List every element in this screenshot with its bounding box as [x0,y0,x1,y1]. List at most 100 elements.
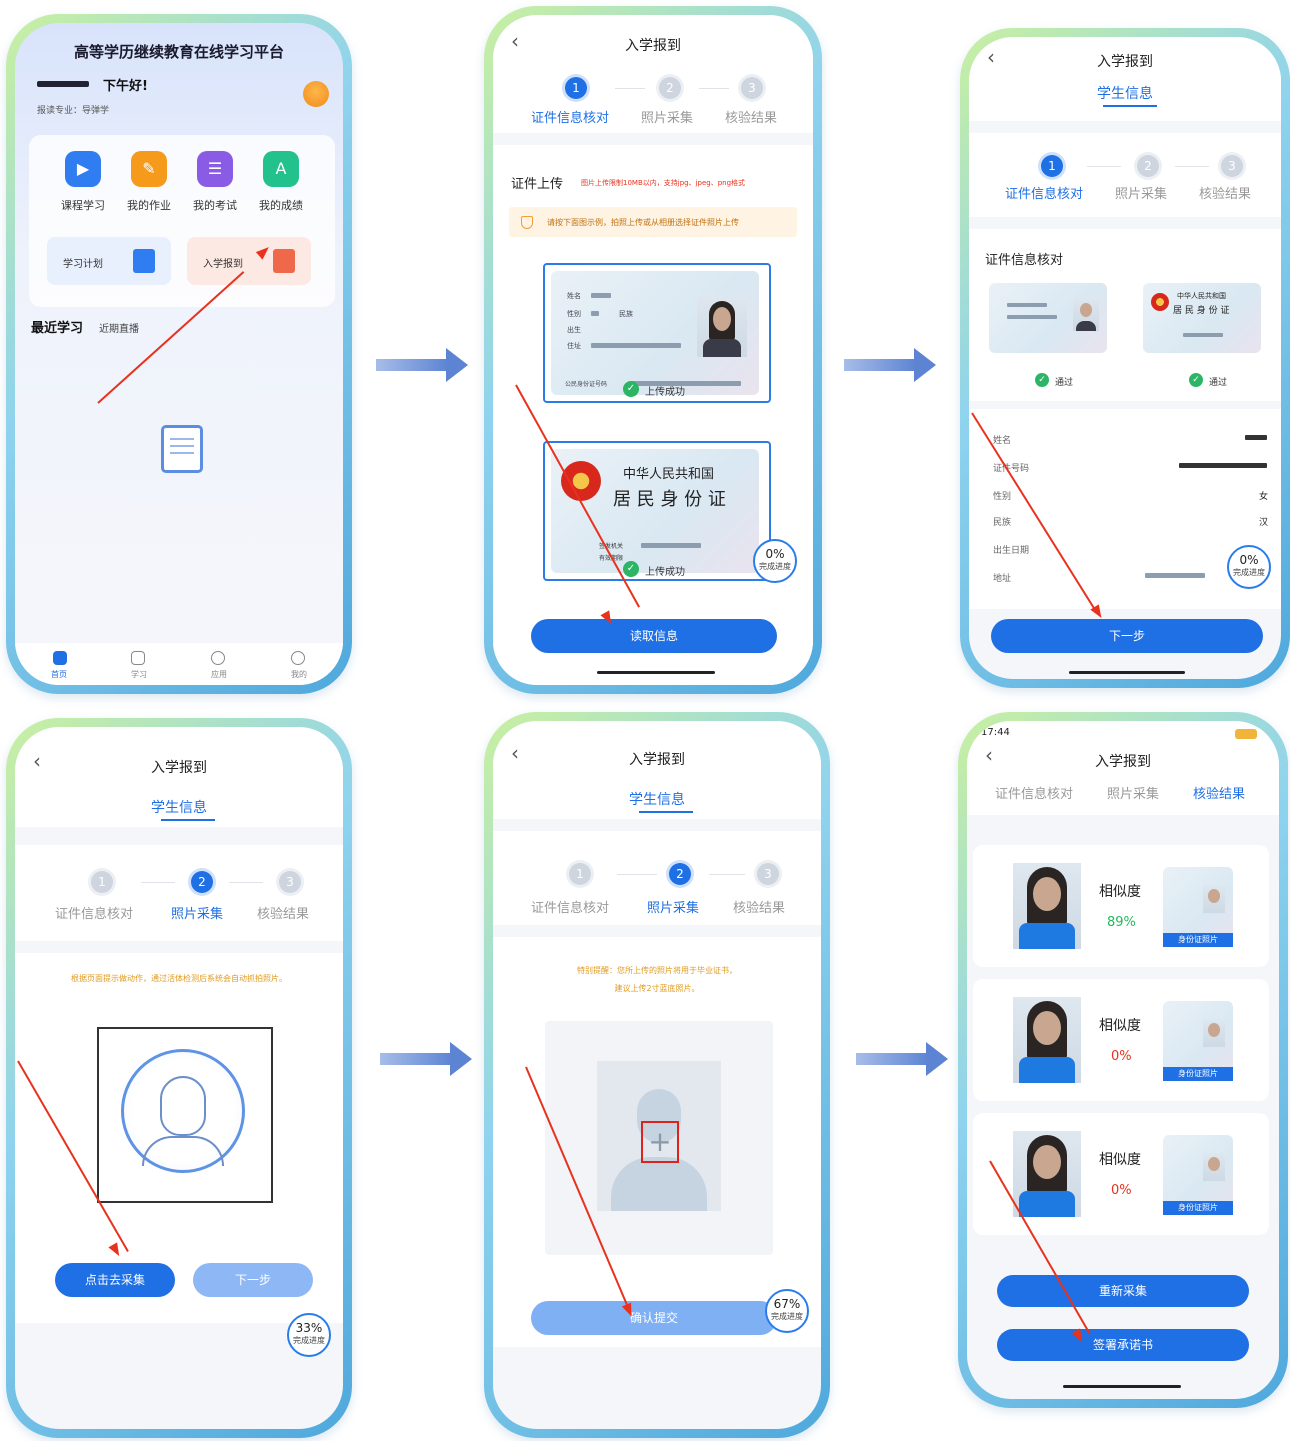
captured-face [1013,997,1081,1083]
upload-tip-bar: 请按下面图示例，拍照上传或从相册选择证件照片上传 [509,207,797,237]
front-pass: 通过 [1055,378,1074,388]
id-back-thumb-line1: 中华人民共和国 [1177,292,1226,300]
home-indicator [1063,1385,1181,1388]
result-card-1: 相似度 89% 身份证照片 [973,845,1269,967]
live-tab[interactable]: 近期直播 [99,320,139,335]
home-icon[interactable] [53,651,67,665]
step-3-label: 核验结果 [725,111,778,126]
phone-photo-upload: ‹ 入学报到 学生信息 1 2 3 证件信息核对 照片采集 核验结果 特别提醒：… [484,712,830,1438]
step-2-label[interactable]: 照片采集 [1107,783,1159,802]
next-step-button[interactable]: 下一步 [193,1263,313,1297]
verify-section-title: 证件信息核对 [985,253,1064,268]
field-birth-label: 出生日期 [993,546,1030,556]
retake-button[interactable]: 重新采集 [997,1275,1249,1307]
start-capture-button[interactable]: 点击去采集 [55,1263,175,1297]
step-2-circle: 2 [191,871,213,893]
id-card-icon [273,249,295,273]
step-2-circle: 2 [659,77,681,99]
photo-upload-area[interactable]: + [545,1021,773,1255]
field-addr-label: 地址 [993,574,1012,584]
id-photo-caption: 身份证照片 [1163,933,1233,947]
progress-badge: 0% 完成进度 [753,539,797,583]
avatar[interactable] [303,81,329,107]
nav-home[interactable]: 首页 [51,669,67,680]
upload-title: 证件上传 [511,177,564,192]
id-number-label: 公民身份证号码 [565,381,608,388]
home-indicator [597,671,715,674]
nav-title: 入学报到 [1097,54,1153,70]
enroll-card[interactable]: 入学报到 [187,237,311,285]
similarity-value: 89% [1107,915,1136,930]
result-card-3: 相似度 0% 身份证照片 [973,1113,1269,1235]
platform-title: 高等学历继续教育在线学习平台 [73,43,284,61]
nav-apps[interactable]: 应用 [211,669,227,680]
status-time: 17:44 [981,727,1010,738]
nav-mine[interactable]: 我的 [291,669,307,680]
step-1-circle: 1 [565,77,587,99]
flow-arrow [380,1042,472,1076]
student-info-tab[interactable]: 学生信息 [15,797,343,817]
step-2-label: 照片采集 [641,111,694,126]
step-3-circle: 3 [1221,155,1243,177]
step-3-circle: 3 [741,77,763,99]
step-2-label: 照片采集 [647,901,700,916]
grid-label-courses[interactable]: 课程学习 [61,197,105,213]
flow-arrow [376,348,468,382]
phone-student-info: ‹ 入学报到 学生信息 1 2 3 证件信息核对 照片采集 核验结果 证件信息核… [960,28,1290,688]
phone-id-upload: ‹ 入学报到 1 2 3 证件信息核对 照片采集 核验结果 证件上传 图片上传限… [484,6,822,694]
student-info-tab[interactable]: 学生信息 [493,789,821,809]
add-photo-button[interactable]: + [641,1121,679,1163]
sign-pledge-button[interactable]: 签署承诺书 [997,1329,1249,1361]
user-name-masked [37,81,89,87]
step-1-circle: 1 [1041,155,1063,177]
exam-icon[interactable]: ☰ [197,151,233,187]
id-front-thumb [989,283,1107,353]
play-icon[interactable]: ▶ [65,151,101,187]
id-back-thumb-line2: 居 民 身 份 证 [1173,306,1230,316]
score-icon[interactable]: A [263,151,299,187]
apps-icon[interactable] [211,651,225,665]
grid-label-exams[interactable]: 我的考试 [193,197,237,213]
liveness-hint: 根据页面提示做动作，通过活体检测后系统会自动抓拍照片。 [71,974,287,983]
id-photo-caption: 身份证照片 [1163,1067,1233,1081]
phone-face-capture: ‹ 入学报到 学生信息 1 2 3 证件信息核对 照片采集 核验结果 根据页面提… [6,718,352,1438]
next-step-button[interactable]: 下一步 [991,619,1263,653]
student-info-tab[interactable]: 学生信息 [969,83,1281,103]
step-3-circle: 3 [757,863,779,885]
shield-icon [521,216,533,229]
upload-tip-text: 请按下面图示例，拍照上传或从相册选择证件照片上传 [547,218,739,227]
step-1-label: 证件信息核对 [55,907,134,922]
id-birth-label: 出生 [567,326,581,334]
field-ethnic-value: 汉 [1259,518,1269,528]
progress-badge: 0% 完成进度 [1227,545,1271,589]
step-1-circle: 1 [569,863,591,885]
user-icon[interactable] [291,651,305,665]
id-ethnic-label: 民族 [619,310,633,318]
id-card-back: 中华人民共和国 居 民 身 份 证 签发机关 有效期限 [551,449,759,573]
id-portrait [697,295,747,357]
status-battery-icon [1235,729,1257,739]
step-3-label: 核验结果 [733,901,786,916]
step-1-label[interactable]: 证件信息核对 [995,783,1073,802]
check-icon: ✓ [1189,373,1203,387]
step-1-label: 证件信息核对 [531,111,610,126]
study-plan-card[interactable]: 学习计划 [47,237,171,285]
nav-title: 入学报到 [1095,754,1151,770]
back-upload-ok: 上传成功 [645,567,685,578]
grid-label-scores[interactable]: 我的成绩 [259,197,303,213]
read-info-button[interactable]: 读取信息 [531,619,777,653]
field-name-label: 姓名 [993,436,1012,446]
step-2-circle: 2 [1137,155,1159,177]
play-icon[interactable] [131,651,145,665]
homework-icon[interactable]: ✎ [131,151,167,187]
similarity-label: 相似度 [1099,884,1141,900]
id-name-label: 姓名 [567,292,581,300]
progress-badge: 67% 完成进度 [765,1289,809,1333]
home-indicator [1069,671,1185,674]
confirm-submit-button[interactable]: 确认提交 [531,1301,777,1335]
step-3-label[interactable]: 核验结果 [1193,783,1245,802]
id-back-thumb: 中华人民共和国 居 民 身 份 证 [1143,283,1261,353]
grid-label-homework[interactable]: 我的作业 [127,197,171,213]
nav-study[interactable]: 学习 [131,669,147,680]
field-gender-label: 性别 [993,492,1012,502]
